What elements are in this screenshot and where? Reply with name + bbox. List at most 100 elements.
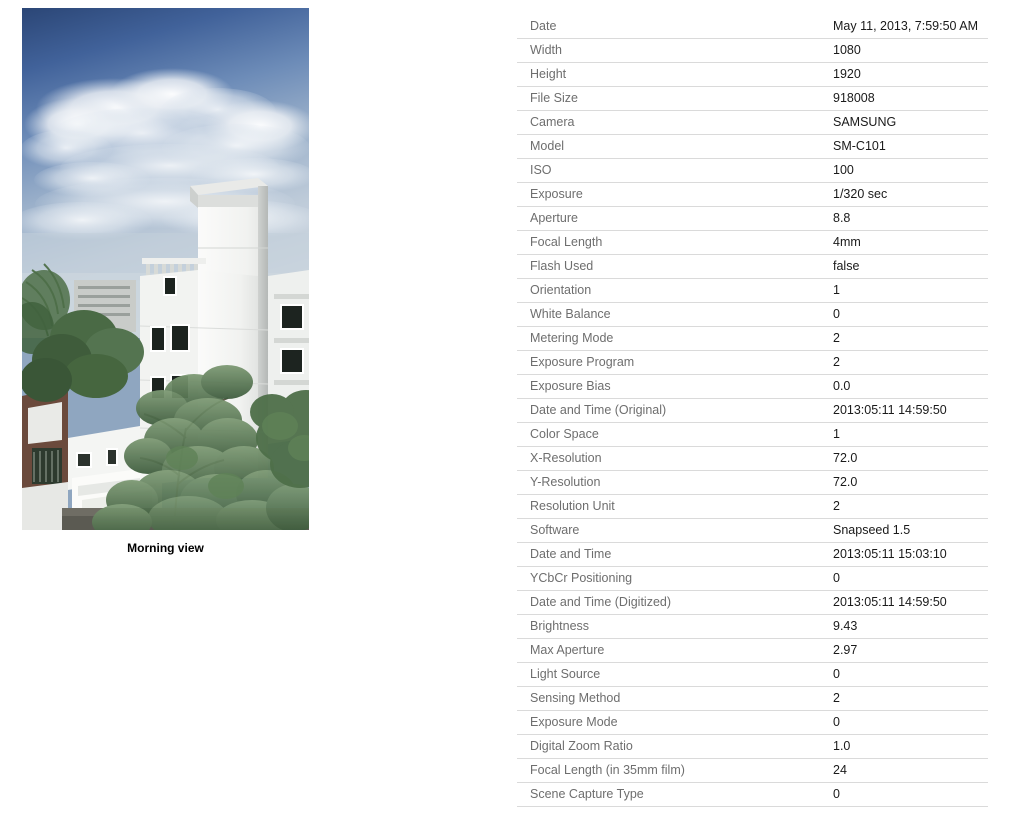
- metadata-label: White Balance: [517, 302, 833, 327]
- table-row: Light Source 0: [517, 662, 988, 687]
- metadata-label: Y-Resolution: [517, 470, 833, 495]
- table-row: Software Snapseed 1.5: [517, 518, 988, 543]
- metadata-value: SAMSUNG: [833, 110, 988, 135]
- metadata-label: Model: [517, 134, 833, 159]
- table-row: Date May 11, 2013, 7:59:50 AM: [517, 14, 988, 39]
- table-row: Date and Time (Original) 2013:05:11 14:59…: [517, 398, 988, 423]
- metadata-value: 1080: [833, 38, 988, 63]
- metadata-label: Max Aperture: [517, 638, 833, 663]
- metadata-value: 2: [833, 494, 988, 519]
- table-row: Height 1920: [517, 62, 988, 87]
- metadata-label: Exposure Mode: [517, 710, 833, 735]
- metadata-value: 72.0: [833, 446, 988, 471]
- table-row: Focal Length (in 35mm film) 24: [517, 758, 988, 783]
- metadata-label: Flash Used: [517, 254, 833, 279]
- table-row: Exposure Program 2: [517, 350, 988, 375]
- table-row: White Balance 0: [517, 302, 988, 327]
- metadata-label: Sensing Method: [517, 686, 833, 711]
- metadata-label: Exposure: [517, 182, 833, 207]
- metadata-label: Exposure Program: [517, 350, 833, 375]
- metadata-label: Date and Time (Digitized): [517, 590, 833, 615]
- metadata-value: 72.0: [833, 470, 988, 495]
- metadata-value: 100: [833, 158, 988, 183]
- photo-panel: Morning view: [22, 8, 309, 556]
- metadata-value: 0: [833, 662, 988, 687]
- metadata-label: Date and Time (Original): [517, 398, 833, 423]
- metadata-value: SM-C101: [833, 134, 988, 159]
- table-row: Flash Used false: [517, 254, 988, 279]
- metadata-label: Camera: [517, 110, 833, 135]
- table-row: Exposure 1/320 sec: [517, 182, 988, 207]
- metadata-label: Aperture: [517, 206, 833, 231]
- table-row: Model SM-C101: [517, 134, 988, 159]
- metadata-value: 2013:05:11 15:03:10: [833, 542, 988, 567]
- table-row: File Size 918008: [517, 86, 988, 111]
- metadata-label: Date and Time: [517, 542, 833, 567]
- table-row: Width 1080: [517, 38, 988, 63]
- metadata-value: Snapseed 1.5: [833, 518, 988, 543]
- table-row: Exposure Mode 0: [517, 710, 988, 735]
- metadata-label: Color Space: [517, 422, 833, 447]
- table-row: Digital Zoom Ratio 1.0: [517, 734, 988, 759]
- metadata-value: May 11, 2013, 7:59:50 AM: [833, 14, 988, 39]
- table-row: Date and Time (Digitized) 2013:05:11 14:5…: [517, 590, 988, 615]
- metadata-label: Brightness: [517, 614, 833, 639]
- metadata-value: 0: [833, 302, 988, 327]
- table-row: Resolution Unit 2: [517, 494, 988, 519]
- table-row: Exposure Bias 0.0: [517, 374, 988, 399]
- metadata-value: 1920: [833, 62, 988, 87]
- metadata-label: ISO: [517, 158, 833, 183]
- table-row: Focal Length 4mm: [517, 230, 988, 255]
- table-row: Scene Capture Type 0: [517, 782, 988, 807]
- metadata-label: Digital Zoom Ratio: [517, 734, 833, 759]
- metadata-value: 1.0: [833, 734, 988, 759]
- metadata-label: Focal Length: [517, 230, 833, 255]
- metadata-value: 1: [833, 278, 988, 303]
- metadata-label: File Size: [517, 86, 833, 111]
- metadata-value: 918008: [833, 86, 988, 111]
- table-row: YCbCr Positioning 0: [517, 566, 988, 591]
- table-row: ISO 100: [517, 158, 988, 183]
- metadata-label: Focal Length (in 35mm film): [517, 758, 833, 783]
- metadata-value: 2: [833, 350, 988, 375]
- metadata-label: Scene Capture Type: [517, 782, 833, 807]
- metadata-value: 2.97: [833, 638, 988, 663]
- metadata-value: 0: [833, 710, 988, 735]
- metadata-value: 2013:05:11 14:59:50: [833, 590, 988, 615]
- metadata-value: 0: [833, 782, 988, 807]
- metadata-label: Height: [517, 62, 833, 87]
- metadata-label: YCbCr Positioning: [517, 566, 833, 591]
- table-row: Metering Mode 2: [517, 326, 988, 351]
- table-row: Y-Resolution 72.0: [517, 470, 988, 495]
- table-row: Sensing Method 2: [517, 686, 988, 711]
- table-row: Orientation 1: [517, 278, 988, 303]
- table-row: Color Space 1: [517, 422, 988, 447]
- metadata-value: 0.0: [833, 374, 988, 399]
- table-row: Max Aperture 2.97: [517, 638, 988, 663]
- metadata-label: Resolution Unit: [517, 494, 833, 519]
- metadata-value: false: [833, 254, 988, 279]
- photo-thumbnail[interactable]: [22, 8, 309, 530]
- metadata-value: 4mm: [833, 230, 988, 255]
- metadata-label: X-Resolution: [517, 446, 833, 471]
- metadata-value: 2013:05:11 14:59:50: [833, 398, 988, 423]
- metadata-value: 0: [833, 566, 988, 591]
- metadata-label: Date: [517, 14, 833, 39]
- metadata-value: 8.8: [833, 206, 988, 231]
- metadata-value: 2: [833, 326, 988, 351]
- exif-metadata-rows: Date May 11, 2013, 7:59:50 AM Width 1080 Hei…: [517, 14, 988, 807]
- metadata-value: 24: [833, 758, 988, 783]
- photograph-morning-view: [22, 8, 309, 530]
- table-row: Brightness 9.43: [517, 614, 988, 639]
- metadata-label: Width: [517, 38, 833, 63]
- metadata-value: 1/320 sec: [833, 182, 988, 207]
- metadata-value: 1: [833, 422, 988, 447]
- exif-metadata-table: Date May 11, 2013, 7:59:50 AM Width 1080 Hei…: [517, 14, 988, 807]
- metadata-label: Software: [517, 518, 833, 543]
- metadata-label: Light Source: [517, 662, 833, 687]
- metadata-value: 9.43: [833, 614, 988, 639]
- photo-caption: Morning view: [127, 541, 204, 555]
- metadata-label: Orientation: [517, 278, 833, 303]
- table-row: Aperture 8.8: [517, 206, 988, 231]
- exif-viewer-page: Morning view Date May 11, 2013, 7:59:50 A…: [0, 0, 1034, 832]
